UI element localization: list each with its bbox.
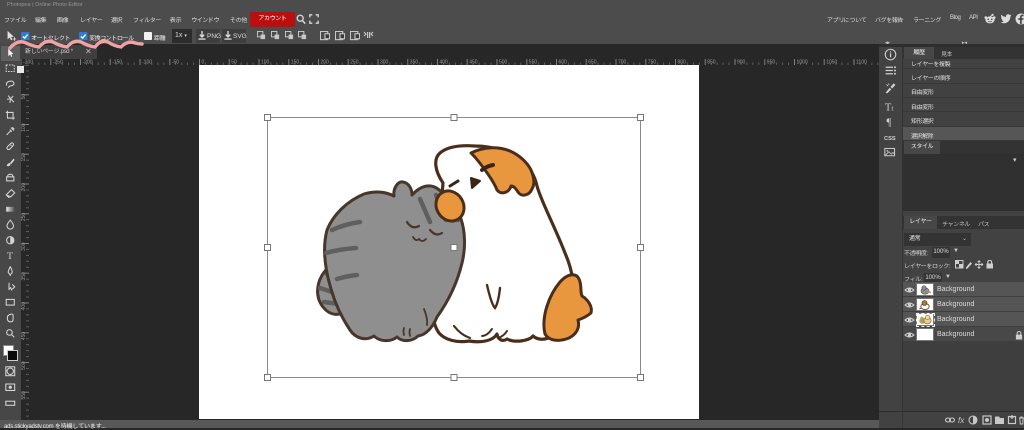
- svg-text:900: 900: [737, 60, 746, 66]
- svg-text:500: 500: [21, 361, 27, 370]
- svg-text:250: 250: [21, 213, 27, 222]
- svg-text:50: 50: [21, 94, 27, 100]
- svg-text:1050: 1050: [826, 60, 837, 66]
- svg-text:fx: fx: [958, 416, 965, 425]
- svg-text:450: 450: [21, 332, 27, 341]
- svg-text:1000: 1000: [797, 60, 808, 66]
- svg-text:-250: -250: [53, 60, 63, 66]
- svg-text:300: 300: [21, 242, 27, 251]
- svg-text:850: 850: [707, 60, 716, 66]
- svg-text:-200: -200: [83, 60, 93, 66]
- svg-text:T: T: [7, 251, 13, 261]
- svg-text:-50: -50: [172, 60, 179, 66]
- svg-text:100: 100: [21, 123, 27, 132]
- svg-text:t: t: [891, 104, 893, 113]
- svg-text:400: 400: [21, 302, 27, 311]
- svg-text:150: 150: [21, 153, 27, 162]
- svg-text:-150: -150: [112, 60, 122, 66]
- svg-text:350: 350: [21, 272, 27, 281]
- svg-text:550: 550: [21, 391, 27, 400]
- svg-text:CSS: CSS: [884, 136, 896, 142]
- svg-text:200: 200: [21, 183, 27, 192]
- svg-text:-100: -100: [142, 60, 152, 66]
- svg-text:950: 950: [767, 60, 776, 66]
- svg-text:¶: ¶: [886, 118, 891, 128]
- svg-text:1100: 1100: [856, 60, 867, 66]
